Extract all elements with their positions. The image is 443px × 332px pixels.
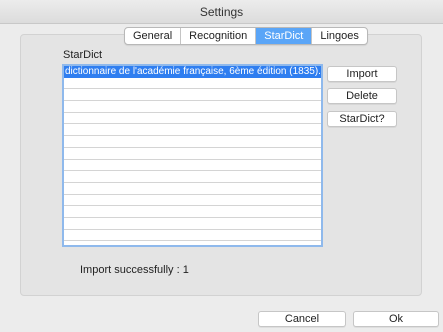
empty-list-row[interactable] <box>64 89 321 102</box>
empty-list-row[interactable] <box>64 124 321 137</box>
stardict-help-button[interactable]: StarDict? <box>327 111 397 127</box>
empty-list-row[interactable] <box>64 218 321 230</box>
tab-general[interactable]: General <box>125 28 182 44</box>
empty-list-row[interactable] <box>64 136 321 148</box>
empty-list-row[interactable] <box>64 230 321 242</box>
empty-list-row[interactable] <box>64 160 321 172</box>
tab-stardict[interactable]: StarDict <box>256 28 313 44</box>
ok-button[interactable]: Ok <box>353 311 439 327</box>
delete-button[interactable]: Delete <box>327 88 397 104</box>
empty-list-row[interactable] <box>64 206 321 218</box>
empty-list-row[interactable] <box>64 171 321 183</box>
empty-list-row[interactable] <box>64 195 321 207</box>
empty-list-row[interactable] <box>64 113 321 125</box>
import-status: Import successfully : 1 <box>80 264 189 276</box>
stardict-section-label: StarDict <box>63 49 103 61</box>
tab-recognition[interactable]: Recognition <box>181 28 257 44</box>
import-button[interactable]: Import <box>327 66 397 82</box>
dictionary-list-item[interactable]: dictionnaire de l'académie française, 6è… <box>64 66 321 78</box>
empty-list-row[interactable] <box>64 101 321 113</box>
empty-list-row[interactable] <box>64 183 321 195</box>
cancel-button[interactable]: Cancel <box>258 311 346 327</box>
empty-list-row[interactable] <box>64 148 321 160</box>
empty-list-row[interactable] <box>64 78 321 90</box>
tab-lingoes[interactable]: Lingoes <box>312 28 367 44</box>
window-title: Settings <box>0 0 443 24</box>
tab-bar: General Recognition StarDict Lingoes <box>124 27 368 45</box>
dictionary-list[interactable]: dictionnaire de l'académie française, 6è… <box>62 64 323 247</box>
